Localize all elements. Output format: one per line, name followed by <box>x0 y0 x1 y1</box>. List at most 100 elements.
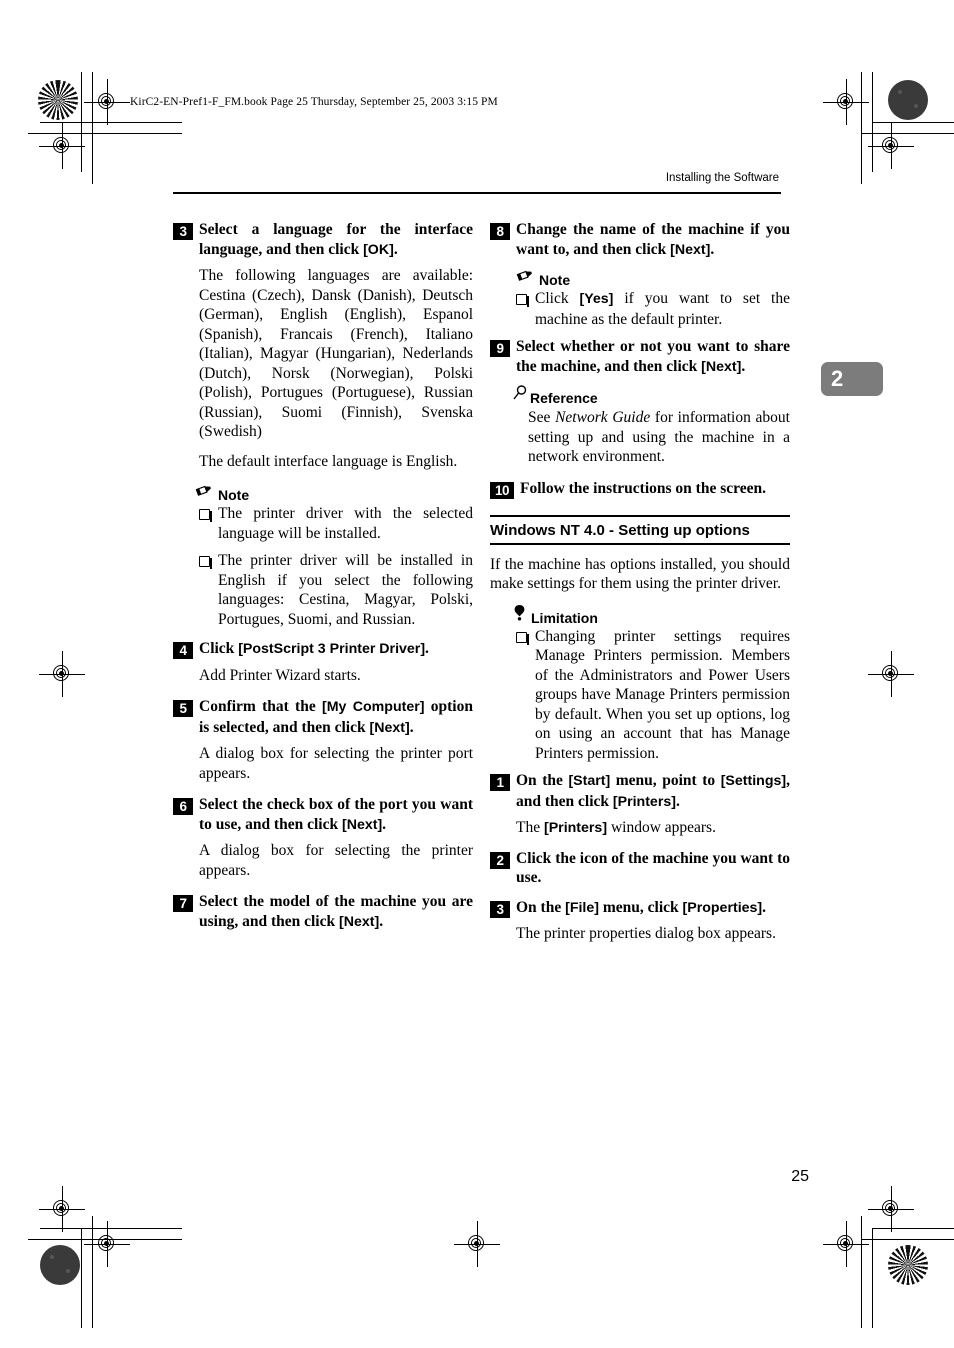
registration-target <box>84 79 130 125</box>
registration-target <box>868 651 914 697</box>
registration-target <box>454 1221 500 1267</box>
registration-target <box>39 123 85 169</box>
crop-mark <box>861 72 862 184</box>
crop-mark <box>872 1228 954 1229</box>
right-column: 8 Change the name of the machine if you … <box>490 220 790 956</box>
step-item: 6 Select the check box of the port you w… <box>173 795 473 835</box>
printer-registration-marks <box>0 0 954 1348</box>
header-rule <box>173 192 781 194</box>
step-number: 6 <box>173 798 193 815</box>
step-item: 9 Select whether or not you want to shar… <box>490 337 790 377</box>
crop-mark <box>81 72 82 172</box>
step-body: A dialog box for selecting the printer p… <box>199 745 473 782</box>
crop-mark <box>92 72 93 184</box>
note-bullet: Click [Yes] if you want to set the machi… <box>516 289 790 329</box>
source-file-strip: KirC2-EN-Pref1-F_FM.book Page 25 Thursda… <box>130 96 498 108</box>
step-item: 4 Click [PostScript 3 Printer Driver]. <box>173 639 473 660</box>
left-column: 3 Select a language for the interface la… <box>173 220 473 934</box>
step-title: Select whether or not you want to share … <box>516 338 790 375</box>
crop-mark <box>872 1228 873 1328</box>
registration-target <box>84 1221 130 1267</box>
pencil-icon <box>195 483 214 503</box>
checkbox-bullet-icon <box>199 509 212 522</box>
step-body: A dialog box for selecting the printer a… <box>199 842 473 879</box>
step-number: 3 <box>490 900 510 918</box>
step-body: The printer properties dialog box appear… <box>516 925 776 942</box>
checkbox-bullet-icon <box>516 294 529 307</box>
step-number: 5 <box>173 700 193 717</box>
running-header: Installing the Software <box>665 172 779 184</box>
halftone-dot-light <box>38 80 78 120</box>
chapter-tab-number: 2 <box>831 366 844 391</box>
step-item: 1 On the [Start] menu, point to [Setting… <box>490 771 790 812</box>
note-text: Click [Yes] if you want to set the machi… <box>535 290 790 328</box>
step-number: 9 <box>490 340 510 357</box>
registration-target <box>823 1221 869 1267</box>
registration-target <box>823 79 869 125</box>
registration-target <box>39 1186 85 1232</box>
registration-target <box>868 1186 914 1232</box>
step-number: 3 <box>173 223 193 240</box>
crop-mark <box>861 1216 862 1328</box>
crop-mark <box>28 1239 182 1240</box>
magnifier-icon <box>512 385 529 406</box>
note-heading: Note <box>516 268 790 288</box>
pushpin-icon <box>512 604 527 626</box>
step-item: 5 Confirm that the [My Computer] option … <box>173 697 473 738</box>
crop-mark <box>40 1228 182 1229</box>
step-title: Click the icon of the machine you want t… <box>516 849 790 887</box>
crop-mark <box>40 122 182 123</box>
step-title: Select a language for the interface lang… <box>199 221 473 258</box>
step-body: The [Printers] window appears. <box>516 819 716 836</box>
step-title: Change the name of the machine if you wa… <box>516 221 790 258</box>
step-title: Confirm that the [My Computer] option is… <box>199 698 473 736</box>
step-title: Click [PostScript 3 Printer Driver]. <box>199 640 429 657</box>
step-item: 8 Change the name of the machine if you … <box>490 220 790 260</box>
crop-mark <box>81 1228 82 1328</box>
section-rule-bottom <box>490 542 790 545</box>
crop-mark <box>872 72 873 172</box>
crop-mark <box>28 133 182 134</box>
crop-mark <box>861 133 954 134</box>
reference-label: Reference <box>530 390 598 406</box>
checkbox-bullet-icon <box>199 556 212 569</box>
step-item: 10 Follow the instructions on the screen… <box>490 479 790 499</box>
step-number: 7 <box>173 895 193 912</box>
step-number: 8 <box>490 223 510 240</box>
note-label: Note <box>539 272 571 288</box>
section-rule-top <box>490 514 790 517</box>
step-number: 1 <box>490 774 510 791</box>
note-heading: Note <box>195 483 473 503</box>
step-title: Select the model of the machine you are … <box>199 893 473 930</box>
checkbox-bullet-icon <box>516 631 529 645</box>
step-number: 2 <box>490 851 510 869</box>
step-title: Select the check box of the port you wan… <box>199 796 473 833</box>
crop-mark <box>861 1239 954 1240</box>
note-bullet: The printer driver with the selected lan… <box>199 504 473 543</box>
step-title: On the [File] menu, click [Properties]. <box>516 898 767 916</box>
note-bullet: The printer driver will be installed in … <box>199 551 473 629</box>
registration-target <box>868 123 914 169</box>
page-number: 25 <box>791 1168 809 1185</box>
chapter-tab: 2 <box>821 362 883 396</box>
limitation-heading: Limitation <box>512 604 790 626</box>
note-text: The printer driver will be installed in … <box>218 552 473 628</box>
section-heading: Windows NT 4.0 - Setting up options <box>490 521 750 539</box>
section-block: Windows NT 4.0 - Setting up options <box>490 514 790 545</box>
step-item: 2 Click the icon of the machine you want… <box>490 849 790 888</box>
section-intro: If the machine has options installed, yo… <box>490 555 790 593</box>
pencil-icon <box>516 268 535 288</box>
reference-body: See Network Guide for information about … <box>528 409 790 465</box>
limitation-bullet: Changing printer settings requires Manag… <box>516 627 790 764</box>
note-label: Note <box>218 487 250 503</box>
step-item: 7 Select the model of the machine you ar… <box>173 892 473 932</box>
step-item: 3 On the [File] menu, click [Properties]… <box>490 898 790 919</box>
step-number: 4 <box>173 642 193 659</box>
halftone-dot-light <box>888 1245 928 1285</box>
note-text: The printer driver with the selected lan… <box>218 505 473 542</box>
step-number: 10 <box>490 481 514 499</box>
crop-mark <box>92 1216 93 1328</box>
step-title: On the [Start] menu, point to [Settings]… <box>516 772 790 810</box>
step-body: The default interface language is Englis… <box>199 452 458 470</box>
halftone-dot-dark <box>888 80 928 120</box>
